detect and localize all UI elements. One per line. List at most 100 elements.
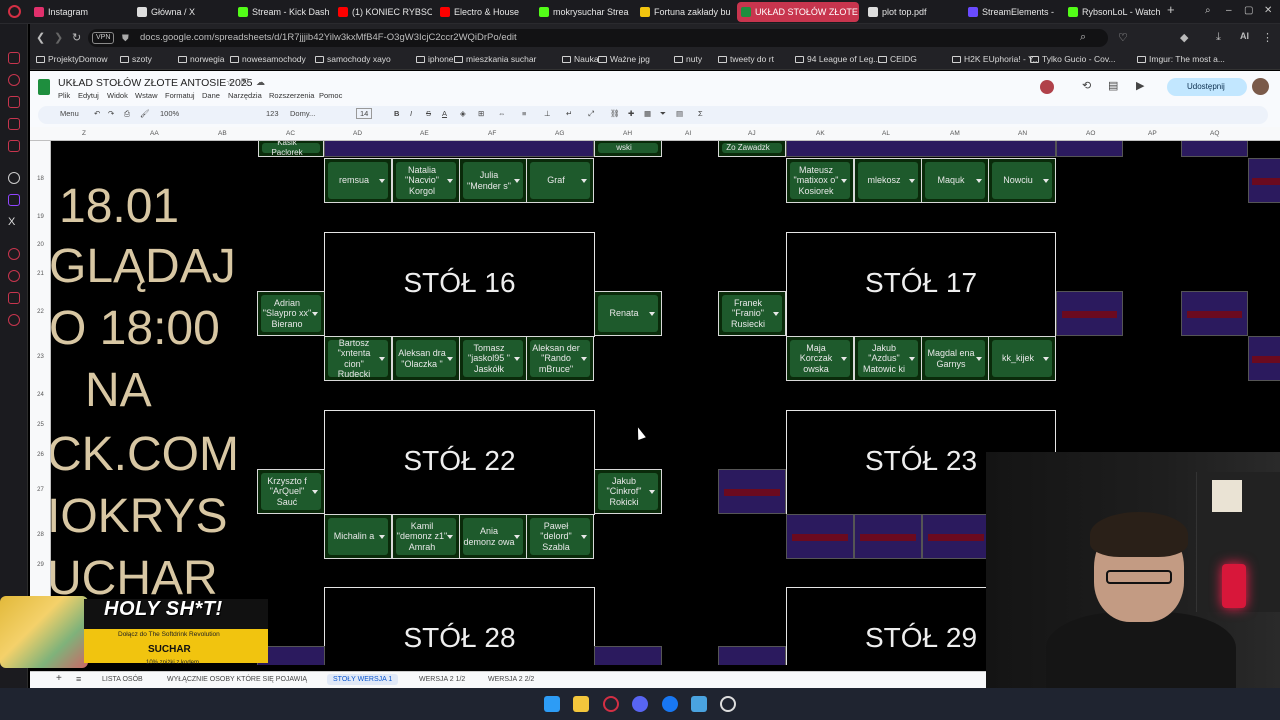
text-color-icon[interactable]: A [442, 109, 447, 118]
comment-icon[interactable]: ✚ [628, 109, 634, 118]
zoom-select[interactable]: 100% [160, 109, 179, 118]
column-label[interactable]: AH [623, 130, 632, 137]
column-label[interactable]: AF [488, 130, 496, 137]
column-label[interactable]: AO [1086, 130, 1095, 137]
bookmark-item[interactable]: Nauka [562, 54, 599, 64]
browser-tab[interactable]: Electro & House [436, 2, 532, 22]
comments-icon[interactable]: ▤ [1108, 79, 1118, 92]
browser-tab[interactable]: Instagram [30, 2, 130, 22]
x-icon[interactable]: X [8, 216, 15, 228]
dropdown-arrow-icon[interactable] [514, 356, 520, 361]
menu-item[interactable]: Edytuj [78, 91, 99, 100]
guest-cell[interactable]: Kasik Paclorek [258, 141, 324, 157]
guest-cell[interactable]: Aleksan dra "Olaczka " [392, 336, 460, 381]
history-icon[interactable] [8, 248, 20, 260]
file-explorer-icon[interactable] [573, 696, 589, 712]
column-label[interactable]: AI [685, 130, 691, 137]
sheet-tab[interactable]: WYŁĄCZNIE OSOBY KTÓRE SIĘ POJAWIĄ [167, 676, 307, 683]
row-label[interactable]: 21 [30, 271, 51, 277]
empty-seat-cell[interactable] [1181, 291, 1248, 336]
browser-tab[interactable]: RybsonLoL - Watch [1064, 2, 1160, 22]
url-input[interactable]: VPN ⛊ docs.google.com/spreadsheets/d/1R7… [88, 29, 1108, 47]
browser-tab[interactable]: plot top.pdf [864, 2, 960, 22]
move-icon[interactable]: ⇱ [241, 77, 249, 88]
bookmark-item[interactable]: CEIDG [878, 54, 917, 64]
guest-cell[interactable]: Ania demonz owa [459, 514, 527, 559]
empty-seat-cell[interactable] [1248, 158, 1280, 203]
dropdown-arrow-icon[interactable] [909, 178, 915, 183]
star-icon[interactable]: ☆ [226, 77, 234, 88]
functions-icon[interactable]: Σ [698, 109, 703, 118]
guest-cell[interactable]: Kamil "demonz z1" Amrah [392, 514, 460, 559]
collaborator-avatar[interactable] [1040, 80, 1054, 94]
music-icon[interactable] [8, 140, 20, 152]
menu-item[interactable]: Formatuj [165, 91, 195, 100]
bookmark-item[interactable]: ProjektyDomow [36, 54, 108, 64]
document-title[interactable]: UKŁAD STOŁÓW ZŁOTE ANTOSIE 2025 [58, 77, 253, 89]
row-label[interactable]: 24 [30, 392, 51, 398]
sheet-tab-active[interactable]: STOŁY WERSJA 1 [327, 674, 399, 685]
empty-seat-cell[interactable] [718, 469, 786, 514]
valign-icon[interactable]: ⊥ [544, 109, 551, 118]
home-icon[interactable] [8, 52, 20, 64]
flow-icon[interactable] [8, 74, 20, 86]
dropdown-arrow-icon[interactable] [909, 356, 915, 361]
bookmark-item[interactable]: Ważne jpg [598, 54, 650, 64]
column-label[interactable]: AP [1148, 130, 1157, 137]
dropdown-arrow-icon[interactable] [581, 356, 587, 361]
column-label[interactable]: AK [816, 130, 825, 137]
empty-seat-cell[interactable] [1056, 291, 1123, 336]
windows-start-icon[interactable] [544, 696, 560, 712]
guest-cell[interactable]: Natalia "Nacvio" Korgol [392, 158, 460, 203]
bookmark-item[interactable]: szoty [120, 54, 152, 64]
link-icon[interactable]: ⛓ [610, 109, 620, 118]
guest-cell[interactable]: Aleksan der "Rando mBruce" [526, 336, 594, 381]
menu-item[interactable]: Wstaw [135, 91, 158, 100]
borders-icon[interactable]: ⊞ [478, 109, 484, 118]
wrap-icon[interactable]: ↵ [566, 109, 572, 118]
row-label[interactable]: 18 [30, 176, 51, 182]
messenger-icon[interactable] [8, 118, 20, 130]
dropdown-arrow-icon[interactable] [447, 356, 453, 361]
guest-cell[interactable]: Jakub "Cinkrof" Rokicki [594, 469, 662, 514]
empty-seat-cell[interactable] [1181, 141, 1248, 157]
sheets-logo-icon[interactable] [38, 79, 50, 95]
guest-cell[interactable]: Krzyszto f "ArQuel" Sauć [257, 469, 325, 514]
align-icon[interactable]: ≡ [522, 109, 526, 118]
dropdown-arrow-icon[interactable] [514, 534, 520, 539]
forward-button[interactable]: ❯ [54, 31, 63, 44]
browser-tab[interactable]: Stream - Kick Dash [234, 2, 332, 22]
notepad-icon[interactable] [691, 696, 707, 712]
guest-cell[interactable]: Bartosz "xntenta cion" Rudecki [324, 336, 392, 381]
guest-cell[interactable]: Graf [526, 158, 594, 203]
bold-icon[interactable]: B [394, 109, 399, 118]
facebook-icon[interactable] [662, 696, 678, 712]
downloads-icon[interactable] [8, 292, 20, 304]
sheet-tab[interactable]: LISTA OSÓB [102, 676, 143, 683]
row-label[interactable]: 22 [30, 309, 51, 315]
table-16[interactable]: STÓŁ 16 [324, 232, 595, 337]
table-22[interactable]: STÓŁ 22 [324, 410, 595, 515]
menu-icon[interactable]: ⋮ [1262, 31, 1273, 44]
column-label[interactable]: AN [1018, 130, 1027, 137]
bookmark-item[interactable]: 94 League of Leg... [795, 54, 880, 64]
font-select[interactable]: Domy... [290, 109, 315, 118]
empty-seat-cell[interactable] [718, 646, 786, 665]
menu-item[interactable]: Plik [58, 91, 70, 100]
empty-seat-cell[interactable] [324, 141, 594, 157]
opera-logo-icon[interactable] [8, 5, 21, 18]
filter-icon[interactable]: ⏷ [660, 109, 666, 119]
menu-item[interactable]: Rozszerzenia [269, 91, 314, 100]
undo-icon[interactable]: ↶ [94, 109, 100, 118]
menu-item[interactable]: Dane [202, 91, 220, 100]
guest-cell[interactable]: Nowciu [988, 158, 1056, 203]
column-label[interactable]: AC [286, 130, 295, 137]
menu-item[interactable]: Widok [107, 91, 128, 100]
browser-tab[interactable]: mokrysuchar Strea [535, 2, 633, 22]
reload-button[interactable]: ↻ [72, 31, 81, 44]
row-label[interactable]: 20 [30, 242, 51, 248]
obs-icon[interactable] [720, 696, 736, 712]
guest-cell[interactable]: kk_kijek [988, 336, 1056, 381]
browser-tab[interactable]: StreamElements - [964, 2, 1060, 22]
dropdown-arrow-icon[interactable] [976, 356, 982, 361]
